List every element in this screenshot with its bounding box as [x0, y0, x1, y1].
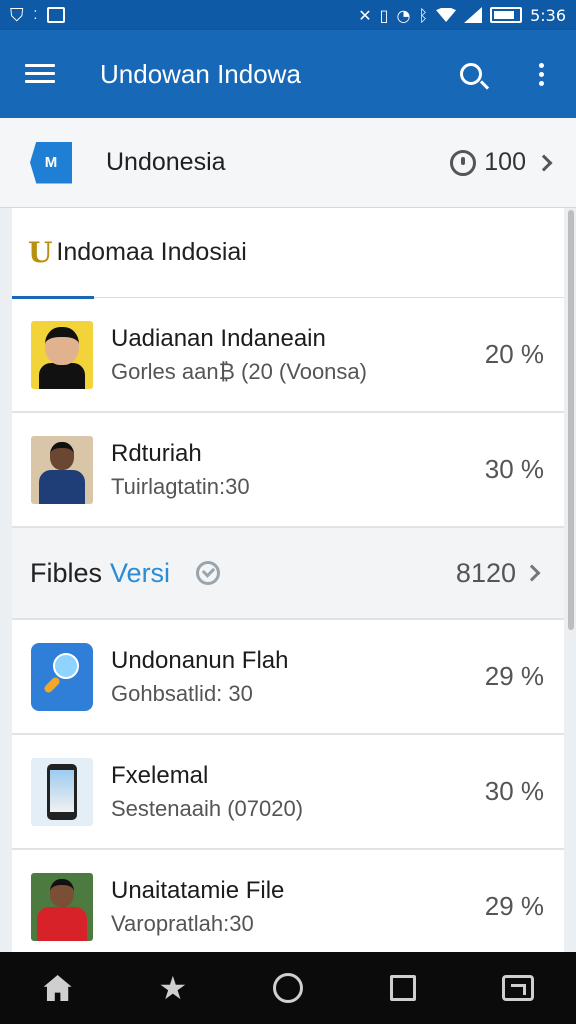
- verified-check-icon: [196, 561, 221, 585]
- section-header[interactable]: U Indomaa Indosiai: [12, 208, 564, 299]
- app-logo-icon: M: [30, 141, 72, 184]
- more-vert-icon: [538, 62, 544, 86]
- square-icon: [390, 975, 417, 1001]
- item-title: Rdturiah: [111, 439, 202, 467]
- favorites-button[interactable]: ★: [143, 958, 203, 1018]
- signal-icon: [464, 7, 483, 23]
- tab-indicator: [12, 296, 94, 299]
- dots-icon: ⁚: [33, 8, 38, 22]
- mute-icon: ✕: [358, 5, 372, 25]
- status-bar: ⛉ ⁚ ✕ ▯ ◔ ᛒ 5:36: [0, 0, 576, 30]
- item-title: Undonanun Flah: [111, 646, 289, 674]
- bluetooth-icon: ᛒ: [418, 5, 429, 25]
- image-icon: [47, 7, 66, 23]
- home-button[interactable]: [28, 958, 88, 1018]
- group-link[interactable]: Versi: [110, 558, 170, 589]
- item-percent: 30 %: [484, 454, 544, 484]
- item-subtitle: Varopratlah:30: [111, 910, 254, 936]
- list-item[interactable]: Fxelemal Sestenaaih (07020) 30 %: [12, 735, 564, 850]
- overview-button[interactable]: [373, 958, 433, 1018]
- search-icon: [460, 63, 482, 85]
- group-count: 8120: [455, 557, 516, 588]
- menu-button[interactable]: [0, 30, 80, 118]
- group-label: Fibles: [30, 557, 103, 588]
- item-subtitle: Gorles aan₿ (20 (Voonsa): [111, 358, 367, 384]
- search-button[interactable]: [436, 30, 506, 118]
- item-title: Uadianan Indaneain: [111, 324, 326, 352]
- list-item[interactable]: Unaitatamie File Varopratlah:30 29 %: [12, 850, 564, 952]
- content-card: U Indomaa Indosiai Uadianan Indaneain Go…: [12, 208, 564, 952]
- scrollbar[interactable]: [568, 210, 574, 630]
- list-item[interactable]: Uadianan Indaneain Gorles aan₿ (20 (Voon…: [12, 298, 564, 413]
- list-item[interactable]: Rdturiah Tuirlagtatin:30 30 %: [12, 413, 564, 528]
- wifi-icon: [436, 8, 457, 22]
- recent-apps-button[interactable]: [488, 958, 548, 1018]
- phone-thumbnail: [31, 757, 93, 826]
- header-title: Undonesia: [106, 148, 226, 176]
- item-percent: 29 %: [484, 661, 544, 691]
- app-title: Undowan Indowa: [100, 58, 301, 89]
- star-icon: ★: [158, 969, 188, 1007]
- section-title: Indomaa Indosiai: [56, 238, 247, 266]
- alarm-icon: ◔: [396, 5, 411, 25]
- item-percent: 30 %: [484, 776, 544, 806]
- chevron-right-icon: [523, 564, 541, 582]
- navigation-bar: ★: [0, 952, 576, 1024]
- list-item[interactable]: Undonanun Flah Gohbsatlid: 30 29 %: [12, 620, 564, 735]
- recent-icon: [502, 975, 535, 1001]
- avatar: [31, 435, 93, 504]
- item-percent: 29 %: [484, 891, 544, 921]
- shield-icon: ⛉: [10, 4, 24, 26]
- nav-home-circle-button[interactable]: [258, 958, 318, 1018]
- circle-icon: [272, 973, 303, 1003]
- vibrate-icon: ▯: [379, 5, 389, 25]
- avatar: [31, 872, 93, 941]
- item-title: Fxelemal: [111, 761, 209, 789]
- app-thumbnail: [31, 642, 93, 711]
- chevron-right-icon: [535, 154, 553, 171]
- item-title: Unaitatamie File: [111, 876, 285, 904]
- timer-icon: [450, 149, 477, 176]
- section-logo-icon: U: [28, 236, 53, 269]
- header-count: 100: [484, 148, 526, 176]
- overflow-menu-button[interactable]: [506, 30, 576, 118]
- item-subtitle: Gohbsatlid: 30: [111, 680, 253, 706]
- header-row[interactable]: M Undonesia 100: [0, 118, 576, 208]
- group-header[interactable]: Fibles Versi 8120: [12, 528, 564, 620]
- hamburger-icon: [25, 63, 55, 85]
- item-subtitle: Tuirlagtatin:30: [111, 473, 250, 499]
- avatar: [31, 320, 93, 389]
- app-bar: Undowan Indowa: [0, 30, 576, 118]
- item-subtitle: Sestenaaih (07020): [111, 795, 304, 821]
- status-time: 5:36: [530, 5, 566, 25]
- battery-icon: [490, 7, 523, 23]
- item-percent: 20 %: [484, 339, 544, 369]
- home-icon: [43, 975, 72, 1001]
